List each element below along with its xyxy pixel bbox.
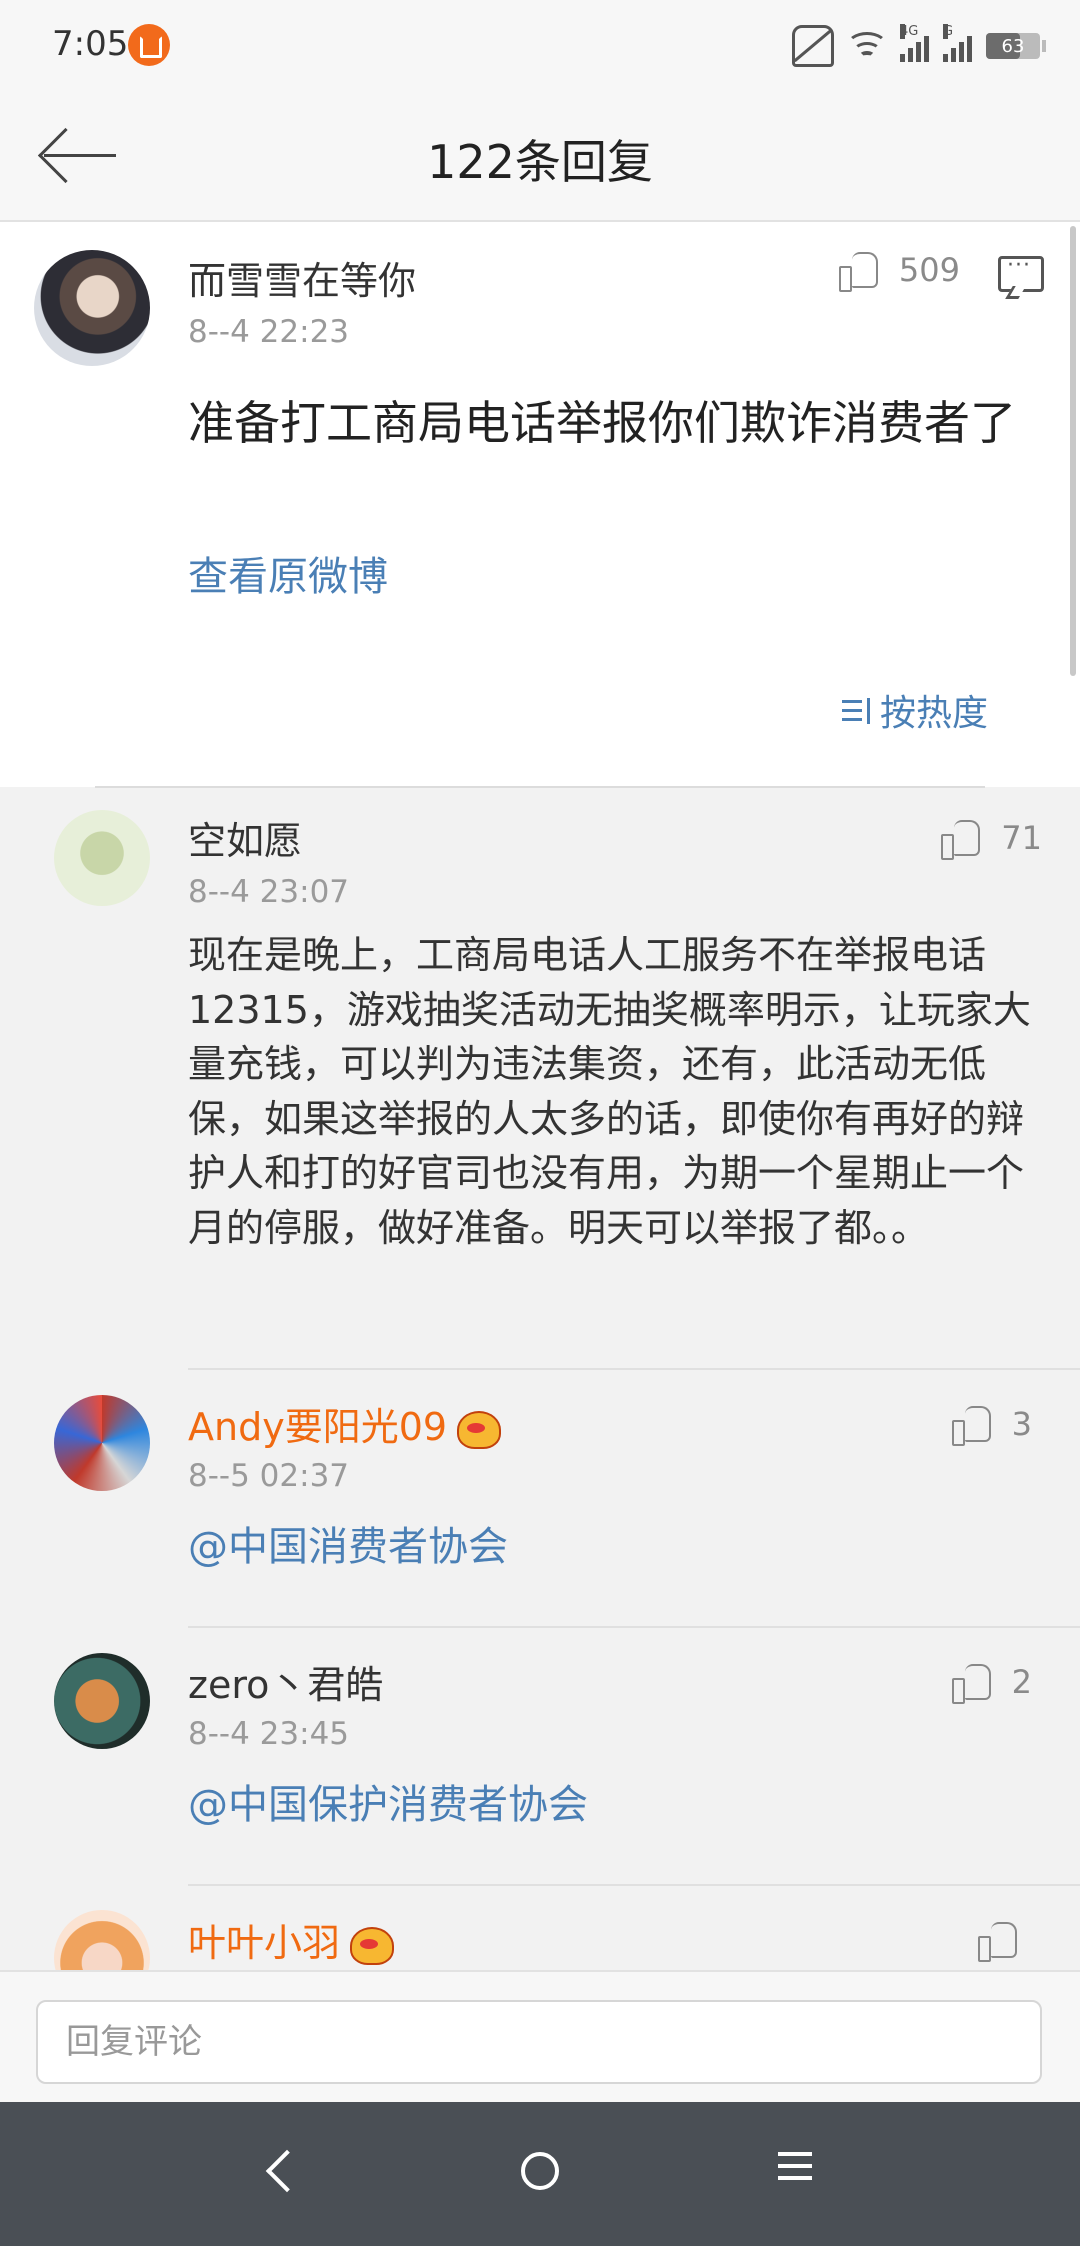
like-button[interactable]: 509 <box>838 250 960 292</box>
reply-time: 8--4 23:45 <box>188 1716 350 1752</box>
row-divider <box>188 1368 1080 1370</box>
thumbs-up-icon <box>951 1404 994 1446</box>
reply-time: 8--4 23:07 <box>188 874 350 910</box>
status-bar: 7:05 4G G 63 <box>0 0 1080 90</box>
like-button[interactable] <box>978 1920 1020 1962</box>
mute-bell-icon <box>792 25 834 67</box>
reply-username[interactable]: zero丶君皓 <box>188 1654 383 1709</box>
nav-home-icon[interactable] <box>521 2152 559 2190</box>
sort-by-hot-button[interactable]: 按热度 <box>841 684 988 736</box>
thumbs-up-icon <box>941 818 983 860</box>
status-icons: 4G G 63 <box>792 24 1046 68</box>
reply-username-row[interactable]: 叶叶小羽 <box>188 1912 395 1967</box>
nav-back-icon[interactable] <box>265 2149 309 2193</box>
vip-crown-icon <box>457 1410 502 1449</box>
like-button[interactable]: 3 <box>951 1404 1032 1446</box>
nav-menu-icon[interactable] <box>778 2152 812 2156</box>
row-divider <box>188 1626 1080 1628</box>
avatar[interactable] <box>54 810 150 906</box>
mention-link[interactable]: @中国消费者协会 <box>188 1514 508 1572</box>
sort-label: 按热度 <box>879 693 988 734</box>
scrollbar[interactable] <box>1070 226 1076 676</box>
thumbs-up-icon <box>838 250 881 292</box>
battery-level: 63 <box>1001 35 1025 57</box>
reply-username[interactable]: Andy要阳光09 <box>188 1405 447 1449</box>
avatar[interactable] <box>54 1395 150 1491</box>
signal-icon-2: G <box>943 24 972 62</box>
avatar[interactable] <box>54 1653 150 1749</box>
thumbs-up-icon <box>951 1662 994 1704</box>
reply-text: 现在是晚上，工商局电话人工服务不在举报电话12315，游戏抽奖活动无抽奖概率明示… <box>188 933 1031 1250</box>
reply-bar: 回复评论 <box>0 1970 1080 2104</box>
thumbs-up-icon <box>978 1920 1020 1962</box>
mention-link[interactable]: @中国保护消费者协会 <box>188 1772 588 1830</box>
avatar[interactable] <box>34 250 150 366</box>
signal-type-label: G <box>943 24 954 39</box>
notification-icon <box>128 24 170 66</box>
like-count: 71 <box>1001 819 1042 857</box>
network-type-label: 4G <box>900 24 919 39</box>
comment-time: 8--4 22:23 <box>188 314 350 350</box>
reply-time: 8--5 02:37 <box>188 1458 350 1494</box>
wifi-icon <box>846 31 888 61</box>
reply-comment-input[interactable]: 回复评论 <box>36 2000 1042 2084</box>
divider <box>95 786 985 788</box>
reply-username[interactable]: 叶叶小羽 <box>188 1921 340 1965</box>
like-button[interactable]: 71 <box>941 818 1042 860</box>
reply-username-row[interactable]: Andy要阳光09 <box>188 1396 502 1451</box>
like-count: 3 <box>1011 1405 1032 1443</box>
comment-icon[interactable] <box>998 253 1044 292</box>
view-original-weibo-link[interactable]: 查看原微博 <box>188 544 388 602</box>
battery-icon: 63 <box>986 33 1046 59</box>
signal-icon-1: 4G <box>900 24 929 62</box>
system-nav-bar <box>0 2102 1080 2246</box>
like-count: 2 <box>1011 1663 1032 1701</box>
comment-text: 准备打工商局电话举报你们欺诈消费者了 <box>188 396 1016 450</box>
sort-icon <box>841 694 874 726</box>
original-comment-card: 而雪雪在等你 8--4 22:23 509 准备打工商局电话举报你们欺诈消费者了… <box>0 222 1080 787</box>
page-title: 122条回复 <box>427 135 653 189</box>
vip-crown-icon <box>350 1926 395 1965</box>
row-divider <box>188 1884 1080 1886</box>
like-count: 509 <box>898 251 960 289</box>
username[interactable]: 而雪雪在等你 <box>188 250 416 305</box>
title-bar: 122条回复 <box>0 90 1080 222</box>
like-button[interactable]: 2 <box>951 1662 1032 1704</box>
status-time: 7:05 <box>52 24 129 64</box>
reply-username[interactable]: 空如愿 <box>188 810 302 865</box>
